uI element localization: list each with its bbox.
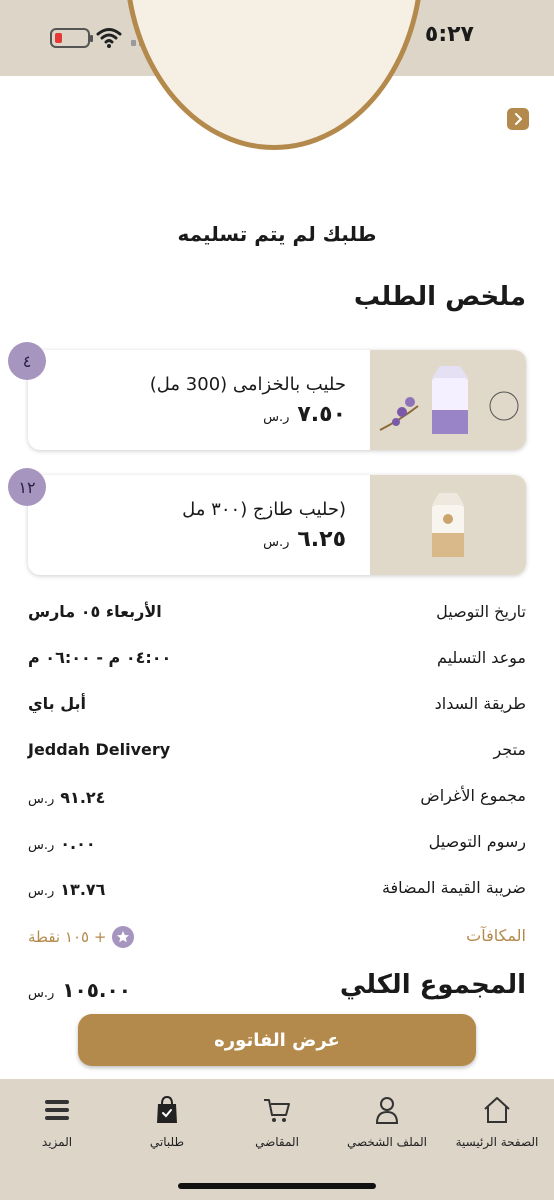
amount-value: ٠.٠٠ [60, 834, 96, 853]
row-label: ضريبة القيمة المضافة [381, 878, 526, 897]
item-price: ٦.٢٥ ر.س [263, 527, 346, 552]
item-name: (حليب طازج (٣٠٠ مل [182, 499, 346, 520]
row-label: موعد التسليم [436, 648, 526, 667]
tab-cart[interactable]: المقاضي [222, 1095, 332, 1149]
items-subtotal-row: مجموع الأغراض ٩١.٢٤ ر.س [28, 786, 526, 816]
rewards-points-text: + ١٠٥ نقطة [28, 928, 107, 946]
row-label: متجر [493, 740, 526, 759]
row-value: الأربعاء ٠٥ مارس [28, 602, 162, 621]
item-name: حليب بالخزامى (300 مل) [149, 374, 346, 395]
payment-method-row: طريقة السداد أبل باي [28, 694, 526, 724]
orders-bag-icon [157, 1095, 177, 1123]
order-item-card[interactable]: حليب بالخزامى (300 مل) ٧.٥٠ ر.س [28, 350, 526, 450]
store-row: متجر Jeddah Delivery [28, 740, 526, 770]
total-row: المجموع الكلي ١٠٥.٠٠ ر.س [28, 970, 526, 1010]
row-value: ٠٤:٠٠ م - ٠٦:٠٠ م [28, 648, 172, 667]
bottom-tab-bar: الصفحة الرئيسية الملف الشخصي المقاضي طلب… [0, 1079, 554, 1200]
amount-currency: ر.س [28, 884, 55, 899]
total-value: ١٠٥.٠٠ [62, 978, 131, 1002]
rewards-row: المكافآت + ١٠٥ نقطة [28, 924, 526, 954]
tab-label: الصفحة الرئيسية [455, 1135, 539, 1149]
row-amount: ٠.٠٠ ر.س [28, 834, 96, 853]
wifi-icon [96, 28, 122, 48]
chevron-right-button[interactable] [507, 108, 529, 130]
amount-value: ٩١.٢٤ [60, 788, 106, 807]
row-amount: ٩١.٢٤ ر.س [28, 788, 105, 807]
delivery-date-row: تاريخ التوصيل الأربعاء ٠٥ مارس [28, 602, 526, 632]
status-time: ٥:٢٧ [424, 22, 474, 47]
row-label: تاريخ التوصيل [436, 602, 526, 621]
item-price-value: ٦.٢٥ [297, 527, 346, 552]
tab-home[interactable]: الصفحة الرئيسية [442, 1095, 552, 1149]
amount-value: ١٣.٧٦ [60, 880, 106, 899]
vat-row: ضريبة القيمة المضافة ١٣.٧٦ ر.س [28, 878, 526, 908]
item-quantity-badge: ٤ [8, 342, 46, 380]
tab-more[interactable]: المزيد [2, 1095, 112, 1149]
cart-icon [264, 1099, 290, 1122]
order-status-message: طلبك لم يتم تسليمه [177, 222, 377, 246]
battery-icon [50, 28, 93, 48]
amount-currency: ر.س [28, 792, 55, 807]
row-label: رسوم التوصيل [428, 832, 526, 851]
tab-label: المزيد [41, 1135, 73, 1149]
tab-label: طلباتي [149, 1135, 185, 1149]
more-icon [45, 1100, 69, 1120]
item-price: ٧.٥٠ ر.س [263, 402, 346, 427]
item-price-currency: ر.س [263, 410, 290, 425]
total-label: المجموع الكلي [339, 970, 526, 1000]
row-label: مجموع الأغراض [420, 786, 526, 805]
item-quantity-badge: ١٢ [8, 468, 46, 506]
item-price-value: ٧.٥٠ [297, 402, 346, 427]
order-summary-title: ملخص الطلب [353, 282, 526, 312]
delivery-fee-row: رسوم التوصيل ٠.٠٠ ر.س [28, 832, 526, 862]
product-image [370, 475, 526, 575]
rewards-label: المكافآت [466, 926, 526, 945]
tab-profile[interactable]: الملف الشخصي [332, 1095, 442, 1149]
amount-currency: ر.س [28, 838, 55, 853]
row-amount: ١٣.٧٦ ر.س [28, 880, 105, 899]
tab-label: المقاضي [255, 1135, 299, 1149]
row-value: Jeddah Delivery [28, 740, 171, 759]
star-icon [112, 926, 135, 948]
item-price-currency: ر.س [263, 535, 290, 550]
total-amount: ١٠٥.٠٠ ر.س [28, 978, 131, 1002]
home-indicator [178, 1183, 376, 1189]
rewards-points: + ١٠٥ نقطة [28, 926, 135, 948]
tab-orders[interactable]: طلباتي [112, 1095, 222, 1149]
total-currency: ر.س [28, 986, 55, 1001]
delivery-time-row: موعد التسليم ٠٤:٠٠ م - ٠٦:٠٠ م [28, 648, 526, 678]
profile-icon [375, 1097, 399, 1124]
header-illustration [124, 0, 424, 150]
home-icon [484, 1097, 510, 1123]
order-item-card[interactable]: (حليب طازج (٣٠٠ مل ٦.٢٥ ر.س [28, 475, 526, 575]
tab-label: الملف الشخصي [347, 1135, 427, 1149]
product-image [370, 350, 526, 450]
view-invoice-button[interactable]: عرض الفاتوره [78, 1014, 476, 1066]
chevron-right-icon [515, 113, 522, 125]
row-label: طريقة السداد [434, 694, 526, 713]
row-value: أبل باي [28, 694, 87, 713]
